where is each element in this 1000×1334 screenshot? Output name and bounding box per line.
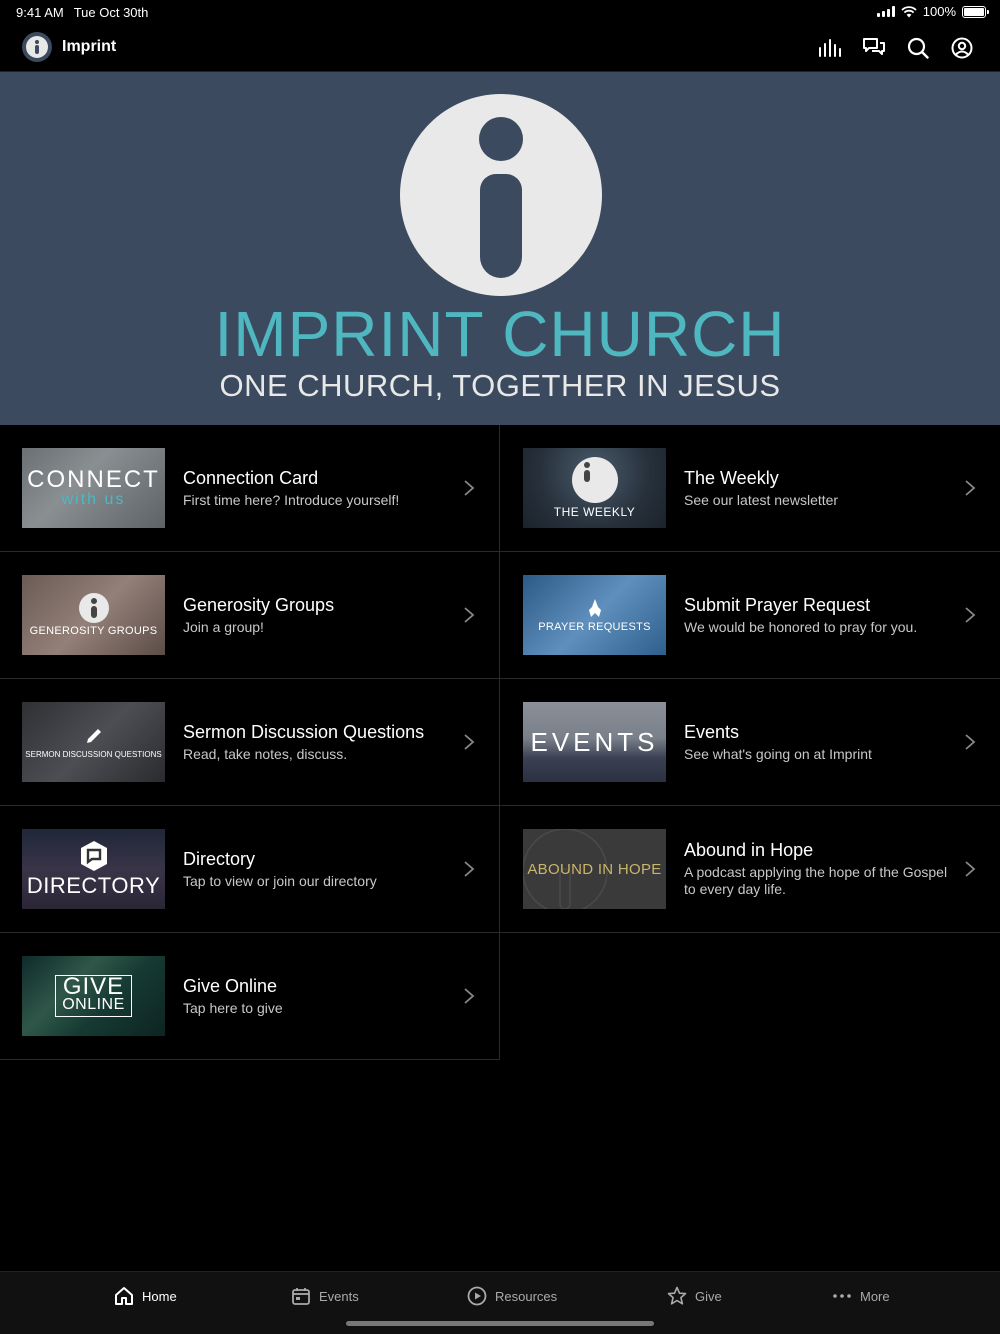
thumb-text: with us [61, 491, 126, 508]
thumb-text: ABOUND IN HOPE [527, 860, 662, 878]
chevron-right-icon [464, 861, 475, 877]
events-thumbnail: EVENTS [523, 702, 666, 782]
imprint-logo-icon [571, 457, 618, 503]
chevron-right-icon [965, 861, 976, 877]
item-title: Directory [183, 848, 256, 869]
chevron-right-icon [464, 988, 475, 1004]
tab-label: More [860, 1288, 890, 1304]
item-subtitle: Tap here to give [183, 999, 283, 1016]
item-subtitle: We would be honored to pray for you. [684, 618, 918, 635]
chevron-right-icon [965, 480, 976, 496]
status-bar: 9:41 AM Tue Oct 30th 100% [0, 0, 1000, 24]
list-item-sermon-discussion-questions[interactable]: SERMON DISCUSSION QUESTIONS Sermon Discu… [0, 679, 500, 806]
battery-percent: 100% [922, 4, 956, 19]
chevron-right-icon [464, 734, 475, 750]
star-icon [667, 1286, 687, 1305]
hero-title: IMPRINT CHURCH [214, 298, 786, 370]
list-item-submit-prayer-request[interactable]: PRAYER REQUESTS Submit Prayer Request We… [500, 552, 1000, 679]
more-dots-icon [833, 1294, 851, 1298]
list-item-generosity-groups[interactable]: GENEROSITY GROUPS Generosity Groups Join… [0, 552, 500, 679]
calendar-icon [292, 1288, 310, 1305]
hero-subtitle: ONE CHURCH, TOGETHER IN JESUS [219, 368, 781, 403]
thumb-text: THE WEEKLY [553, 505, 636, 519]
tab-label: Resources [495, 1288, 558, 1304]
item-title: Events [684, 721, 740, 742]
play-circle-icon [467, 1286, 487, 1306]
imprint-logo-icon [22, 32, 52, 62]
audio-bars-icon[interactable] [818, 36, 842, 60]
item-subtitle: See our latest newsletter [684, 491, 839, 508]
item-subtitle: Join a group! [183, 618, 264, 635]
tab-resources[interactable]: Resources [467, 1286, 557, 1306]
list-item-abound-in-hope[interactable]: ABOUND IN HOPE Abound in Hope A podcast … [500, 806, 1000, 933]
tab-label: Home [142, 1288, 177, 1304]
cellular-signal-icon [876, 6, 895, 17]
praying-hands-icon [588, 599, 601, 617]
item-subtitle: See what's going on at Imprint [684, 745, 872, 762]
item-title: Connection Card [183, 467, 319, 488]
item-subtitle: Read, take notes, discuss. [183, 745, 348, 762]
wifi-icon [901, 5, 917, 17]
item-subtitle: A podcast applying the hope of the Gospe… [684, 864, 948, 897]
tab-label: Events [319, 1288, 359, 1304]
connect-thumbnail: CONNECT with us [22, 448, 165, 528]
item-subtitle: Tap to view or join our directory [183, 872, 377, 889]
home-indicator[interactable] [346, 1321, 654, 1326]
list-item-the-weekly[interactable]: THE WEEKLY The Weekly See our latest new… [500, 425, 1000, 552]
imprint-church-logo-icon [400, 94, 602, 296]
status-date: Tue Oct 30th [73, 5, 149, 20]
hero-banner: IMPRINT CHURCH ONE CHURCH, TOGETHER IN J… [0, 72, 1000, 425]
directory-thumbnail: DIRECTORY [22, 829, 165, 909]
tab-give[interactable]: Give [667, 1286, 722, 1306]
account-icon[interactable] [950, 36, 974, 60]
thumb-text: ONLINE [62, 996, 125, 1013]
thumb-text: GENEROSITY GROUPS [29, 625, 158, 637]
home-icon [115, 1287, 133, 1305]
imprint-logo-icon [78, 593, 109, 623]
chevron-right-icon [965, 607, 976, 623]
tab-more[interactable]: More [832, 1286, 890, 1306]
give-thumbnail: GIVE ONLINE [22, 956, 165, 1036]
list-item-connection-card[interactable]: CONNECT with us Connection Card First ti… [0, 425, 500, 552]
chat-icon[interactable] [862, 36, 886, 60]
list-item-directory[interactable]: DIRECTORY Directory Tap to view or join … [0, 806, 500, 933]
chevron-right-icon [464, 607, 475, 623]
tab-events[interactable]: Events [291, 1286, 359, 1306]
directory-badge-icon [80, 841, 107, 871]
thumb-text: DIRECTORY [26, 873, 161, 898]
item-title: Sermon Discussion Questions [183, 721, 425, 742]
item-title: Give Online [183, 975, 278, 996]
nav-bar: Imprint [0, 24, 1000, 72]
item-title: Abound in Hope [684, 840, 814, 860]
tab-label: Give [695, 1288, 722, 1304]
chevron-right-icon [464, 480, 475, 496]
thumb-text: EVENTS [530, 726, 659, 757]
thumb-text: PRAYER REQUESTS [538, 621, 651, 633]
item-subtitle: First time here? Introduce yourself! [183, 491, 400, 508]
item-title: The Weekly [684, 467, 779, 488]
abound-thumbnail: ABOUND IN HOPE [523, 829, 666, 909]
list-item-events[interactable]: EVENTS Events See what's going on at Imp… [500, 679, 1000, 806]
item-title: Submit Prayer Request [684, 594, 871, 615]
weekly-thumbnail: THE WEEKLY [523, 448, 666, 528]
item-title: Generosity Groups [183, 594, 335, 615]
battery-icon [962, 5, 989, 18]
search-icon[interactable] [906, 36, 930, 60]
status-time: 9:41 AM [16, 5, 64, 20]
sermon-thumbnail: SERMON DISCUSSION QUESTIONS [22, 702, 165, 782]
chevron-right-icon [965, 734, 976, 750]
pencil-icon [86, 728, 101, 743]
list-item-give-online[interactable]: GIVE ONLINE Give Online Tap here to give [0, 933, 500, 1060]
thumb-text: GIVE [62, 973, 125, 1000]
tab-home[interactable]: Home [114, 1286, 177, 1306]
prayer-thumbnail: PRAYER REQUESTS [523, 575, 666, 655]
thumb-text: SERMON DISCUSSION QUESTIONS [25, 749, 162, 759]
generosity-thumbnail: GENEROSITY GROUPS [22, 575, 165, 655]
thumb-text: CONNECT [27, 466, 160, 493]
brand[interactable]: Imprint [22, 32, 116, 62]
brand-name: Imprint [62, 38, 117, 55]
